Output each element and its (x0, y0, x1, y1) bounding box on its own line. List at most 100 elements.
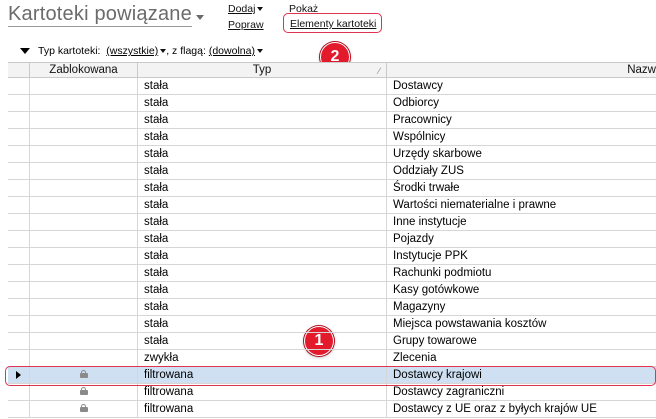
cell-nazwa: Magazyny (393, 301, 446, 313)
cell-zablokowana (30, 316, 138, 332)
table-row[interactable]: stała Instytucje PPK (8, 248, 656, 265)
filter-flag-value[interactable]: (dowolna) (209, 45, 255, 57)
cell-typ: stała (138, 78, 387, 94)
row-indicator-header (8, 63, 30, 78)
table-row[interactable]: stała Wspólnicy (8, 129, 656, 146)
table-row[interactable]: filtrowana Dostawcy z UE oraz z byłych kr… (8, 401, 656, 418)
cell-zablokowana (30, 333, 138, 349)
cell-zablokowana (30, 95, 138, 111)
table-row[interactable]: stała Grupy towarowe (8, 333, 656, 350)
cell-zablokowana (30, 265, 138, 281)
row-indicator[interactable] (8, 112, 30, 128)
chevron-down-icon[interactable] (195, 14, 204, 20)
table-row[interactable]: filtrowana Dostawcy krajowi (8, 367, 656, 384)
row-indicator[interactable] (8, 214, 30, 230)
cell-zablokowana (30, 163, 138, 179)
table-row[interactable]: stała Pojazdy (8, 231, 656, 248)
cell-nazwa: Miejsca powstawania kosztów (393, 318, 547, 330)
filter-type-value[interactable]: (wszystkie) (106, 45, 158, 57)
chevron-down-icon[interactable] (256, 49, 263, 53)
cell-typ: stała (138, 316, 387, 332)
lock-icon (79, 386, 88, 395)
row-indicator[interactable] (8, 180, 30, 196)
table-row[interactable]: stała Dostawcy (8, 78, 656, 95)
cell-typ: stała (138, 214, 387, 230)
table-row[interactable]: stała Oddziały ZUS (8, 163, 656, 180)
row-indicator[interactable] (8, 95, 30, 111)
sort-icon: ⁄ (378, 66, 380, 76)
cell-typ: stała (138, 248, 387, 264)
row-indicator[interactable] (8, 146, 30, 162)
table-row[interactable]: zwykła Zlecenia (8, 350, 656, 367)
collapse-triangle-icon[interactable] (20, 48, 30, 54)
cell-nazwa: Kasy gotówkowe (393, 284, 480, 296)
row-indicator[interactable] (8, 333, 30, 349)
cell-typ: filtrowana (138, 367, 387, 383)
cell-nazwa: Wspólnicy (393, 131, 446, 143)
row-indicator[interactable] (8, 231, 30, 247)
cell-zablokowana (30, 129, 138, 145)
table-row[interactable]: stała Inne instytucje (8, 214, 656, 231)
table-row[interactable]: stała Odbiorcy (8, 95, 656, 112)
cell-nazwa: Grupy towarowe (393, 335, 477, 347)
cell-zablokowana (30, 146, 138, 162)
row-indicator[interactable] (8, 316, 30, 332)
cell-typ: stała (138, 112, 387, 128)
card-elements-button[interactable]: Elementy kartoteki (283, 13, 382, 33)
cards-grid: Zablokowana Typ ⁄ Nazw stała Dostawcy stał… (8, 62, 656, 418)
cell-zablokowana (30, 78, 138, 94)
row-indicator[interactable] (8, 299, 30, 315)
filter-bar: Typ kartoteki: (wszystkie) , z flagą: (d… (6, 45, 263, 57)
cell-nazwa: Dostawcy krajowi (387, 367, 656, 383)
cell-nazwa: Wartości niematerialne i prawne (393, 199, 557, 211)
table-row[interactable]: stała Miejsca powstawania kosztów (8, 316, 656, 333)
table-row[interactable]: stała Pracownicy (8, 112, 656, 129)
page-title[interactable]: Kartoteki powiązane (8, 3, 204, 27)
table-row[interactable]: stała Rachunki podmiotu (8, 265, 656, 282)
row-indicator[interactable] (8, 197, 30, 213)
cell-typ: stała (138, 129, 387, 145)
column-header-zablokowana[interactable]: Zablokowana (30, 63, 138, 78)
cell-zablokowana (30, 214, 138, 230)
edit-button[interactable]: Popraw (228, 19, 264, 31)
row-indicator[interactable] (8, 265, 30, 281)
table-row[interactable]: stała Wartości niematerialne i prawne (8, 197, 656, 214)
cell-nazwa: Inne instytucje (393, 216, 467, 228)
row-indicator[interactable] (8, 282, 30, 298)
grid-body: stała Dostawcy stała Odbiorcy stała Pracownic… (8, 78, 656, 418)
table-row[interactable]: stała Środki trwałe (8, 180, 656, 197)
cell-zablokowana (30, 384, 138, 400)
cell-nazwa: Dostawcy (393, 80, 443, 92)
card-elements-label: Elementy kartoteki (290, 18, 377, 30)
row-indicator[interactable] (8, 350, 30, 366)
row-indicator[interactable] (8, 367, 30, 383)
table-row[interactable]: filtrowana Dostawcy zagraniczni (8, 384, 656, 401)
table-row[interactable]: stała Urzędy skarbowe (8, 146, 656, 163)
row-indicator[interactable] (8, 129, 30, 145)
cell-nazwa: Dostawcy z UE oraz z byłych krajów UE (393, 403, 597, 415)
cell-zablokowana (30, 248, 138, 264)
cell-typ: stała (138, 180, 387, 196)
row-indicator[interactable] (8, 163, 30, 179)
cell-typ: stała (138, 333, 387, 349)
table-row[interactable]: stała Kasy gotówkowe (8, 282, 656, 299)
table-row[interactable]: stała Magazyny (8, 299, 656, 316)
add-button[interactable]: Dodaj (228, 3, 264, 15)
grid-header: Zablokowana Typ ⁄ Nazw (8, 62, 656, 78)
cell-zablokowana (30, 350, 138, 366)
cell-typ: stała (138, 282, 387, 298)
column-header-nazwa[interactable]: Nazw (387, 63, 656, 78)
edit-button-label: Popraw (228, 19, 264, 31)
row-indicator[interactable] (8, 401, 30, 417)
lock-icon (79, 369, 88, 378)
cell-typ: stała (138, 197, 387, 213)
cell-nazwa: Pracownicy (393, 114, 452, 126)
cell-zablokowana (30, 231, 138, 247)
add-button-label: Dodaj (228, 3, 256, 15)
row-indicator[interactable] (8, 248, 30, 264)
lock-icon (79, 403, 88, 412)
row-indicator[interactable] (8, 384, 30, 400)
column-header-typ[interactable]: Typ ⁄ (138, 63, 387, 78)
cell-typ: filtrowana (138, 401, 387, 417)
row-indicator[interactable] (8, 78, 30, 94)
